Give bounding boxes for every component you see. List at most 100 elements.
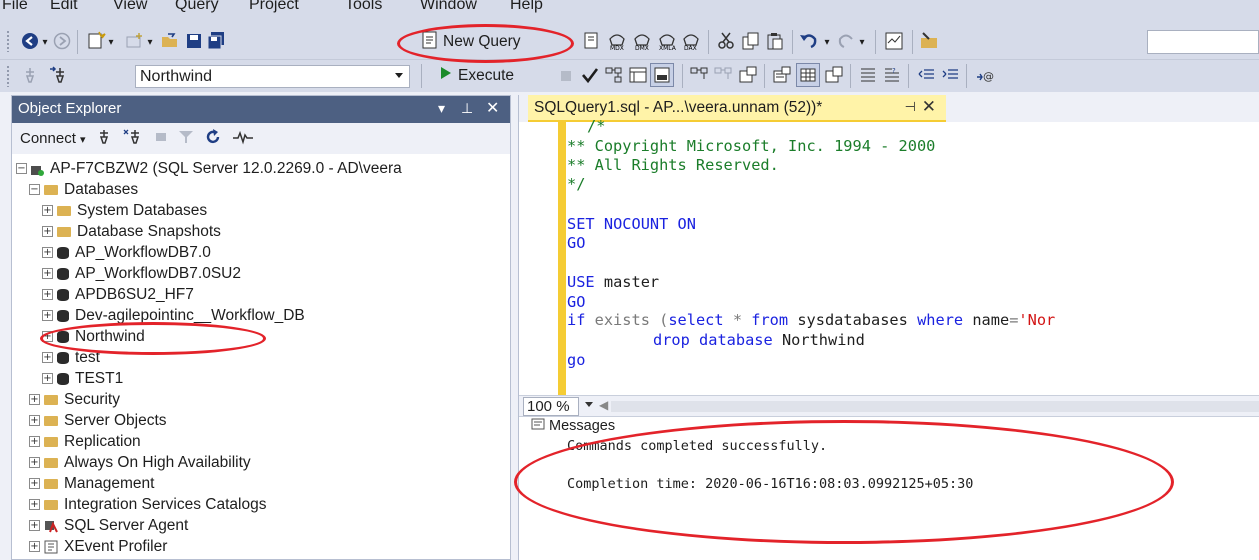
connect-dropdown[interactable]: Connect ▾ — [20, 130, 86, 147]
auto-hide-pin-icon[interactable]: ⊥ — [461, 100, 473, 117]
expand-icon[interactable]: + — [42, 268, 53, 279]
menu-help[interactable]: Help — [510, 0, 543, 14]
zoom-select[interactable]: 100 % — [523, 397, 579, 416]
new-query-button[interactable]: New Query — [422, 30, 521, 54]
change-connection-icon[interactable] — [48, 65, 68, 85]
tree-node-server[interactable]: − AP-F7CBZW2 (SQL Server 12.0.2269.0 - A… — [16, 158, 402, 179]
close-tab-icon[interactable]: ✕ — [922, 97, 936, 117]
menu-query[interactable]: Query — [175, 0, 219, 14]
menu-edit[interactable]: Edit — [50, 0, 78, 14]
tree-node-databases[interactable]: − Databases — [29, 179, 138, 200]
expand-icon[interactable]: + — [42, 226, 53, 237]
expand-icon[interactable]: + — [29, 415, 40, 426]
cut-icon[interactable] — [716, 31, 736, 51]
connect-icon[interactable] — [20, 65, 40, 85]
back-icon[interactable] — [20, 31, 40, 51]
tree-node-replication[interactable]: + Replication — [29, 431, 141, 452]
include-actual-plan-icon[interactable] — [690, 65, 710, 85]
comment-out-icon[interactable] — [858, 65, 878, 85]
menu-file[interactable]: File — [2, 0, 28, 14]
tree-node-database[interactable]: + APDB6SU2_HF7 — [42, 284, 194, 305]
tree-node-system-databases[interactable]: + System Databases — [42, 200, 207, 221]
tree-node-xevent-profiler[interactable]: + XEvent Profiler — [29, 536, 167, 557]
toolbar-grip[interactable] — [6, 65, 10, 87]
expand-icon[interactable]: + — [42, 331, 53, 342]
dax-query-icon[interactable]: DAX — [681, 31, 701, 51]
chevron-down-icon[interactable] — [585, 402, 593, 407]
undo-dropdown-icon[interactable]: ▾ — [822, 32, 832, 52]
expand-icon[interactable]: + — [42, 352, 53, 363]
disconnect-icon[interactable] — [122, 128, 144, 150]
stop-icon[interactable] — [154, 130, 168, 148]
live-query-stats-icon[interactable] — [714, 65, 734, 85]
expand-icon[interactable]: + — [29, 541, 40, 552]
mdx-query-icon[interactable]: MDX — [607, 31, 627, 51]
results-to-file-icon[interactable] — [824, 65, 844, 85]
available-databases-select[interactable]: Northwind — [135, 65, 410, 88]
tree-node-management[interactable]: + Management — [29, 473, 154, 494]
results-to-text-icon[interactable] — [772, 65, 792, 85]
collapse-icon[interactable]: − — [16, 163, 27, 174]
redo-icon[interactable] — [836, 31, 856, 51]
expand-icon[interactable]: + — [42, 205, 53, 216]
specify-template-values-icon[interactable]: @ — [974, 65, 994, 85]
xmla-query-icon[interactable]: XMLA — [657, 31, 677, 51]
results-to-grid-icon[interactable] — [796, 63, 820, 87]
expand-icon[interactable]: + — [42, 373, 53, 384]
tree-node-security[interactable]: + Security — [29, 389, 120, 410]
forward-icon[interactable] — [52, 31, 72, 51]
window-position-icon[interactable]: ▾ — [438, 100, 445, 117]
tree-node-database[interactable]: + test — [42, 347, 100, 368]
tree-node-sql-server-agent[interactable]: + SQL Server Agent — [29, 515, 188, 536]
tree-node-server-objects[interactable]: + Server Objects — [29, 410, 167, 431]
horizontal-scrollbar[interactable] — [611, 401, 1259, 412]
query-options-icon[interactable] — [628, 65, 648, 85]
pin-icon[interactable]: ⊣ — [905, 99, 916, 115]
client-statistics-icon[interactable] — [738, 65, 758, 85]
menu-project[interactable]: Project — [249, 0, 299, 14]
decrease-indent-icon[interactable] — [916, 65, 936, 85]
toolbar-grip[interactable] — [6, 30, 10, 52]
tree-node-database[interactable]: + AP_WorkflowDB7.0SU2 — [42, 263, 241, 284]
intellisense-enabled-icon[interactable] — [650, 63, 674, 87]
tree-node-database-snapshots[interactable]: + Database Snapshots — [42, 221, 221, 242]
tab-messages[interactable]: Messages — [531, 418, 615, 434]
scroll-left-icon[interactable]: ◀ — [599, 398, 608, 412]
copy-icon[interactable] — [741, 31, 761, 51]
expand-icon[interactable]: + — [29, 394, 40, 405]
expand-icon[interactable]: + — [29, 520, 40, 531]
refresh-icon[interactable] — [204, 128, 222, 150]
undo-icon[interactable] — [799, 31, 819, 51]
menu-window[interactable]: Window — [420, 0, 477, 14]
activity-monitor-icon[interactable] — [232, 129, 254, 149]
filter-icon[interactable] — [178, 129, 194, 149]
tree-node-database[interactable]: + TEST1 — [42, 368, 123, 389]
expand-icon[interactable]: + — [29, 478, 40, 489]
sql-code-editor[interactable]: /* ** Copyright Microsoft, Inc. 1994 - 2… — [567, 117, 1259, 399]
expand-icon[interactable]: + — [42, 289, 53, 300]
back-dropdown-icon[interactable]: ▾ — [40, 32, 50, 52]
tree-node-always-on[interactable]: + Always On High Availability — [29, 452, 251, 473]
tree-node-database[interactable]: + AP_WorkflowDB7.0 — [42, 242, 211, 263]
add-item-icon[interactable] — [124, 31, 144, 51]
expand-icon[interactable]: + — [29, 436, 40, 447]
save-icon[interactable] — [184, 31, 204, 51]
paste-icon[interactable] — [765, 31, 785, 51]
find-input[interactable] — [1147, 30, 1259, 54]
open-file-icon[interactable] — [160, 31, 180, 51]
close-icon[interactable]: ✕ — [486, 98, 499, 118]
redo-dropdown-icon[interactable]: ▾ — [857, 32, 867, 52]
tree-node-integration-services[interactable]: + Integration Services Catalogs — [29, 494, 266, 515]
add-item-dropdown-icon[interactable]: ▾ — [145, 32, 155, 52]
connect-server-icon[interactable] — [96, 128, 112, 150]
collapse-icon[interactable]: − — [29, 184, 40, 195]
parse-icon[interactable] — [580, 65, 600, 85]
uncomment-icon[interactable]: ? — [882, 65, 902, 85]
expand-icon[interactable]: + — [42, 247, 53, 258]
expand-icon[interactable]: + — [29, 457, 40, 468]
execute-button[interactable]: Execute — [440, 66, 514, 85]
menu-tools[interactable]: Tools — [345, 0, 382, 14]
display-estimated-plan-icon[interactable] — [604, 65, 624, 85]
new-project-dropdown-icon[interactable]: ▾ — [106, 32, 116, 52]
properties-icon[interactable] — [919, 31, 939, 51]
